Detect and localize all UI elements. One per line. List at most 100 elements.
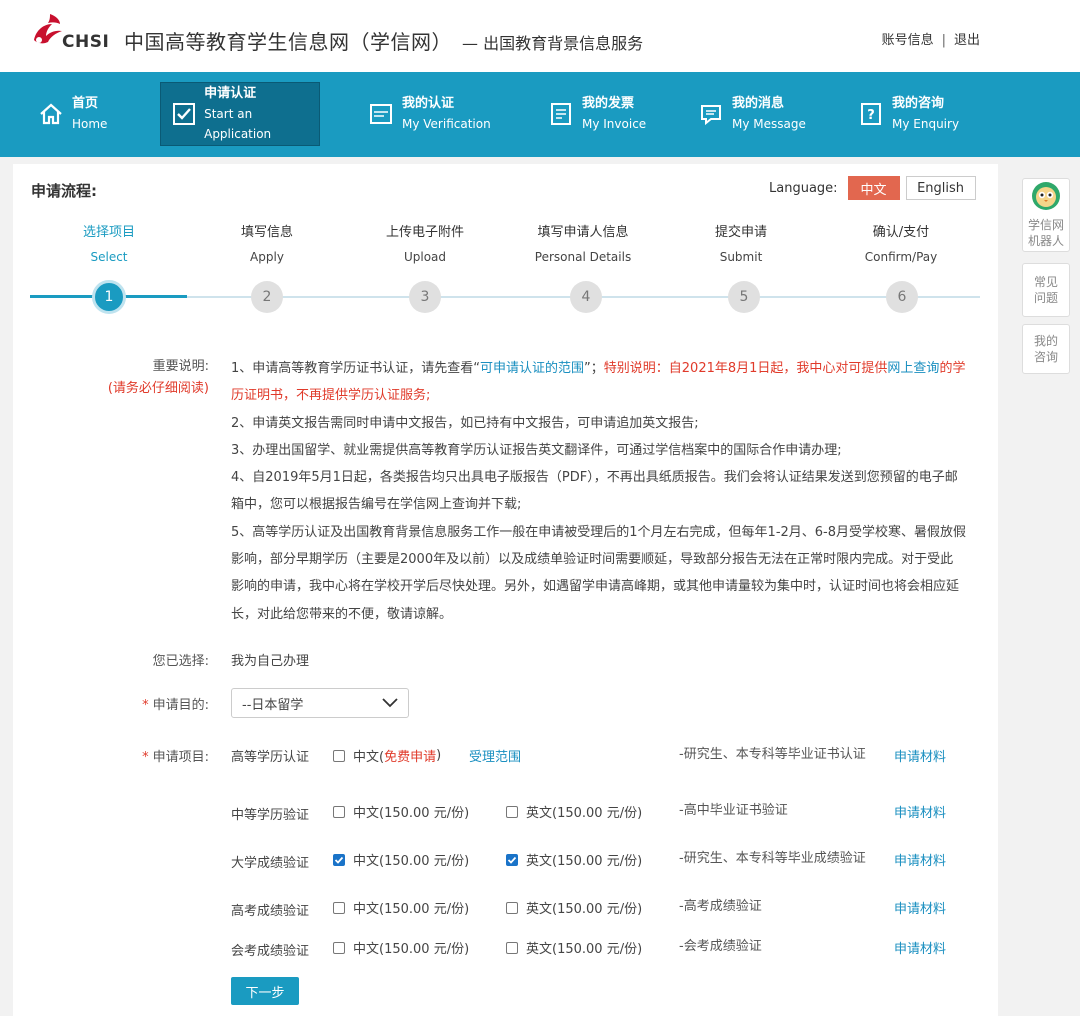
notice-label-title: 重要说明: <box>152 359 209 374</box>
flow-title: 申请流程: <box>31 182 97 200</box>
item-row-secondary-edu: 中等学历验证 中文(150.00 元/份) 英文(150.00 元/份) -高中… <box>231 802 971 842</box>
material-link[interactable]: 申请材料 <box>894 746 946 765</box>
option-text: 中文(150.00 元/份) <box>353 854 470 869</box>
my-enquiry-side-button[interactable]: 我的 咨询 <box>1022 324 1070 374</box>
svg-text:?: ? <box>867 108 875 123</box>
purpose-select[interactable]: --日本留学 <box>231 688 409 718</box>
robot-label-l1: 学信网 <box>1027 218 1064 232</box>
step-label-confirm-pay: 确认/支付 Confirm/Pay <box>821 224 981 266</box>
step-zh: 填写信息 <box>240 225 293 240</box>
option-text: 英文(150.00 元/份) <box>526 942 643 957</box>
material-link[interactable]: 申请材料 <box>894 898 946 917</box>
item-name: 会考成绩验证 <box>231 944 310 959</box>
item-en-option[interactable]: 英文(150.00 元/份) <box>506 898 642 917</box>
nav-label-en: My Enquiry <box>892 117 960 131</box>
checkbox-unchecked[interactable] <box>506 805 518 818</box>
faq-button[interactable]: 常见 问题 <box>1022 263 1070 317</box>
notice-label-note: (请务必仔细阅读) <box>107 381 209 396</box>
nav-label-en: My Invoice <box>582 117 647 131</box>
step-en: Select <box>90 250 128 264</box>
nav-item-my-enquiry[interactable]: ? 我的咨询 My Enquiry <box>848 82 988 146</box>
nav-item-my-message[interactable]: 我的消息 My Message <box>688 82 828 146</box>
item-en-option[interactable]: 英文(150.00 元/份) <box>506 802 642 821</box>
item-desc: -高中毕业证书验证 <box>679 803 788 818</box>
language-switcher: Language: 中文 English <box>769 176 976 200</box>
nav-label-en: Start an Application <box>204 107 272 141</box>
material-link[interactable]: 申请材料 <box>894 802 946 821</box>
checkbox-unchecked[interactable] <box>506 941 518 954</box>
account-info-link[interactable]: 账号信息 <box>882 29 934 48</box>
option-text: 英文(150.00 元/份) <box>526 806 643 821</box>
main-panel: 申请流程: Language: 中文 English 选择项目 Select 填… <box>13 164 998 1016</box>
step-zh: 提交申请 <box>714 225 767 240</box>
invoice-icon <box>548 101 574 127</box>
nav-item-home[interactable]: 首页 Home <box>28 82 138 146</box>
online-query-link[interactable]: 网上查询 <box>887 361 939 376</box>
item-desc: -研究生、本专科等毕业成绩验证 <box>679 851 866 866</box>
nav-label-zh: 我的咨询 <box>892 96 945 111</box>
checkbox-checked[interactable] <box>506 853 518 866</box>
item-name: 高等学历认证 <box>231 750 310 765</box>
step-circle-4: 4 <box>570 281 602 313</box>
step-label-personal-details: 填写申请人信息 Personal Details <box>503 224 663 266</box>
nav-label-zh: 申请认证 <box>204 86 257 101</box>
checkbox-unchecked[interactable] <box>333 901 345 914</box>
step-label-submit: 提交申请 Submit <box>661 224 821 266</box>
item-zh-option[interactable]: 中文(免费申请) <box>333 746 441 765</box>
item-zh-option[interactable]: 中文(150.00 元/份) <box>333 802 469 821</box>
item-zh-option[interactable]: 中文(150.00 元/份) <box>333 898 469 917</box>
purpose-label-text: 申请目的: <box>152 698 209 713</box>
option-text: ) <box>436 748 442 763</box>
main-nav: 首页 Home 申请认证 Start an Application 我的认证 My V… <box>0 72 1080 157</box>
home-icon <box>38 101 64 127</box>
checkbox-unchecked[interactable] <box>333 749 345 762</box>
logo-text: CHSI <box>62 32 110 52</box>
lang-zh-button[interactable]: 中文 <box>847 176 900 200</box>
checkbox-unchecked[interactable] <box>333 805 345 818</box>
purpose-select-value: --日本留学 <box>242 697 304 713</box>
step-en: Submit <box>719 250 763 264</box>
application-scope-link[interactable]: 可申请认证的范围 <box>480 361 584 376</box>
purpose-label: * 申请目的: <box>73 694 209 713</box>
robot-button[interactable]: 学信网 机器人 <box>1022 178 1070 252</box>
lang-en-button[interactable]: English <box>905 176 976 200</box>
item-zh-option[interactable]: 中文(150.00 元/份) <box>333 938 469 957</box>
nav-label-zh: 我的认证 <box>402 96 455 111</box>
chsi-logo[interactable]: CHSI <box>30 10 110 54</box>
site-subtitle: — 出国教育背景信息服务 <box>462 34 644 53</box>
special-note: 特别说明：自2021年8月1日起，我中心对可提供 <box>603 361 888 376</box>
item-name: 大学成绩验证 <box>231 856 310 871</box>
notice-p5: 5、高等学历认证及出国教育背景信息服务工作一般在申请被受理后的1个月左右完成，但… <box>231 524 967 622</box>
step-en: Upload <box>403 250 447 264</box>
step-zh: 上传电子附件 <box>385 225 464 240</box>
accept-range-link[interactable]: 受理范围 <box>469 746 521 765</box>
logout-link[interactable]: 退出 <box>954 29 980 48</box>
robot-owl-icon <box>1031 181 1061 215</box>
item-zh-option[interactable]: 中文(150.00 元/份) <box>333 850 469 869</box>
nav-item-my-invoice[interactable]: 我的发票 My Invoice <box>538 82 668 146</box>
selected-label: 您已选择: <box>152 654 209 669</box>
checkbox-unchecked[interactable] <box>333 941 345 954</box>
checkbox-checked[interactable] <box>333 853 345 866</box>
checkbox-unchecked[interactable] <box>506 901 518 914</box>
nav-item-start-application[interactable]: 申请认证 Start an Application <box>160 82 320 146</box>
item-desc: -高考成绩验证 <box>679 899 762 914</box>
nav-item-my-verification[interactable]: 我的认证 My Verification <box>358 82 508 146</box>
item-en-option[interactable]: 英文(150.00 元/份) <box>506 850 642 869</box>
material-link[interactable]: 申请材料 <box>894 938 946 957</box>
item-en-option[interactable]: 英文(150.00 元/份) <box>506 938 642 957</box>
item-row-university-grades: 大学成绩验证 中文(150.00 元/份) 英文(150.00 元/份) -研究… <box>231 850 971 890</box>
step-circle-3: 3 <box>409 281 441 313</box>
next-step-button[interactable]: 下一步 <box>231 977 299 1005</box>
material-link[interactable]: 申请材料 <box>894 850 946 869</box>
language-label: Language: <box>769 180 838 196</box>
option-text: 中文(150.00 元/份) <box>353 806 470 821</box>
nav-label-en: My Verification <box>402 117 491 131</box>
item-desc: -会考成绩验证 <box>679 939 762 954</box>
separator: | <box>941 33 946 48</box>
step-zh: 选择项目 <box>82 225 135 240</box>
question-icon: ? <box>858 101 884 127</box>
option-text: 中文(150.00 元/份) <box>353 902 470 917</box>
item-desc: -研究生、本专科等毕业证书认证 <box>679 747 866 762</box>
nav-label-zh: 我的消息 <box>732 96 785 111</box>
